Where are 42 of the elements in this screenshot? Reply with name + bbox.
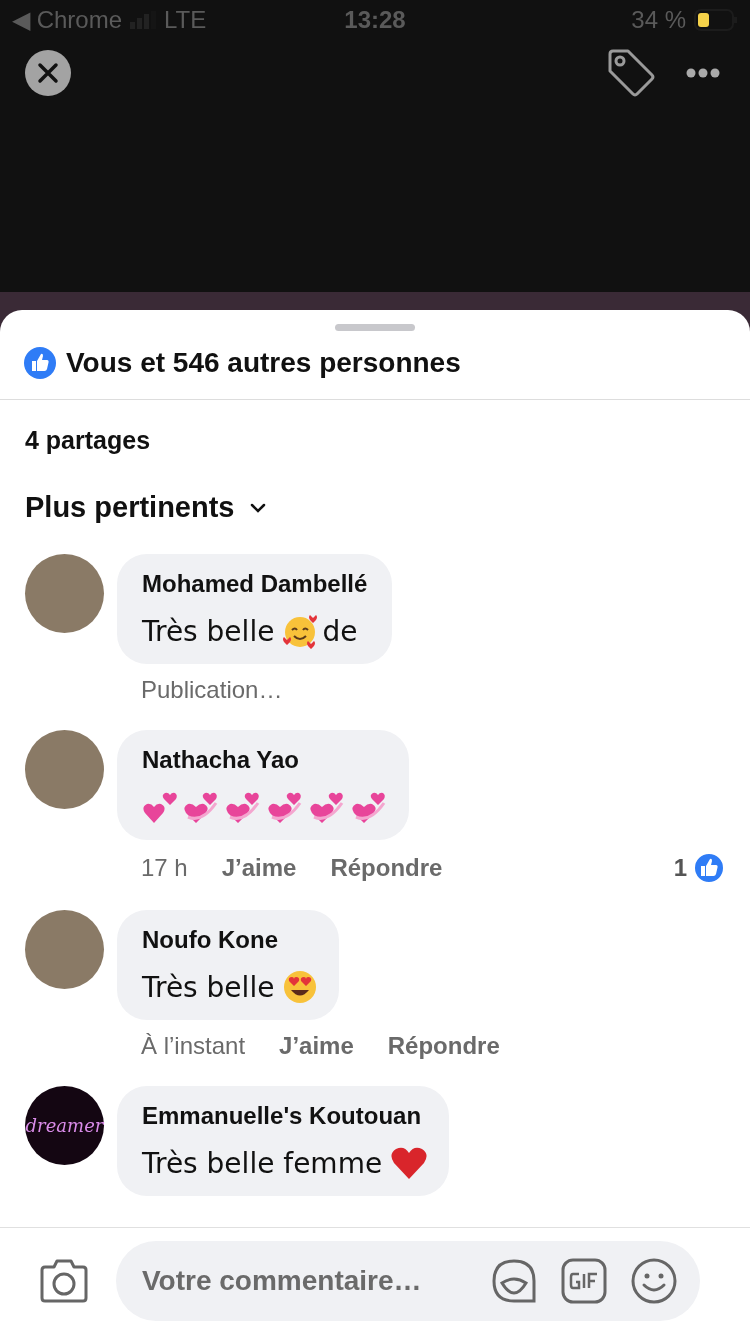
- battery-icon: [694, 9, 738, 31]
- author-name[interactable]: Nathacha Yao: [142, 746, 384, 774]
- heart-icon: [390, 1146, 429, 1180]
- clock: 13:28: [344, 6, 406, 34]
- battery-percent: 34 %: [631, 6, 686, 34]
- comment-field[interactable]: Votre commentaire…: [116, 1241, 700, 1321]
- avatar[interactable]: dreamer: [25, 1086, 104, 1165]
- comment-info: À l’instant: [141, 1032, 246, 1060]
- comment-action-link[interactable]: J’aime: [221, 854, 297, 882]
- sort-dropdown[interactable]: Plus pertinents: [0, 455, 292, 524]
- comment-text: Très belle: [142, 614, 275, 648]
- tag-icon[interactable]: [606, 48, 656, 98]
- comment-text: de: [322, 614, 358, 648]
- comment-input-field[interactable]: Votre commentaire…: [140, 1264, 468, 1298]
- chevron-down-icon: [248, 501, 267, 514]
- like-count: 1: [673, 854, 687, 882]
- comment-action-link[interactable]: Répondre: [330, 854, 443, 882]
- more-icon[interactable]: [686, 68, 720, 78]
- emoji-icon[interactable]: [630, 1257, 678, 1305]
- comment-text: Très belle femme: [142, 1146, 383, 1180]
- camera-icon[interactable]: [38, 1258, 90, 1304]
- smiling-face-hearts-icon: [282, 613, 319, 649]
- reactions-summary[interactable]: Vous et 546 autres personnes: [66, 347, 461, 379]
- comment-text: Très belle: [142, 970, 275, 1004]
- gif-icon[interactable]: [560, 1257, 608, 1305]
- comment-action-link[interactable]: J’aime: [279, 1032, 354, 1060]
- author-name[interactable]: Emmanuelle's Koutouan: [142, 1102, 425, 1130]
- drag-handle[interactable]: [335, 324, 415, 331]
- network-label: LTE: [164, 6, 207, 34]
- comment-action-link[interactable]: Répondre: [387, 1032, 500, 1060]
- comment-info: 17 h: [141, 854, 188, 882]
- like-icon: [24, 347, 56, 379]
- close-icon: [37, 62, 59, 84]
- like-icon: [693, 852, 725, 884]
- author-name[interactable]: Mohamed Dambellé: [142, 570, 368, 598]
- avatar-text: dreamer: [25, 1115, 104, 1136]
- comment-info: Publication…: [141, 676, 283, 704]
- heart-eyes-face-icon: [282, 969, 319, 1005]
- sticker-icon[interactable]: [490, 1257, 538, 1305]
- author-name[interactable]: Noufo Kone: [142, 926, 315, 954]
- close-button[interactable]: [25, 50, 71, 96]
- shares-count[interactable]: 4 partages: [0, 400, 750, 455]
